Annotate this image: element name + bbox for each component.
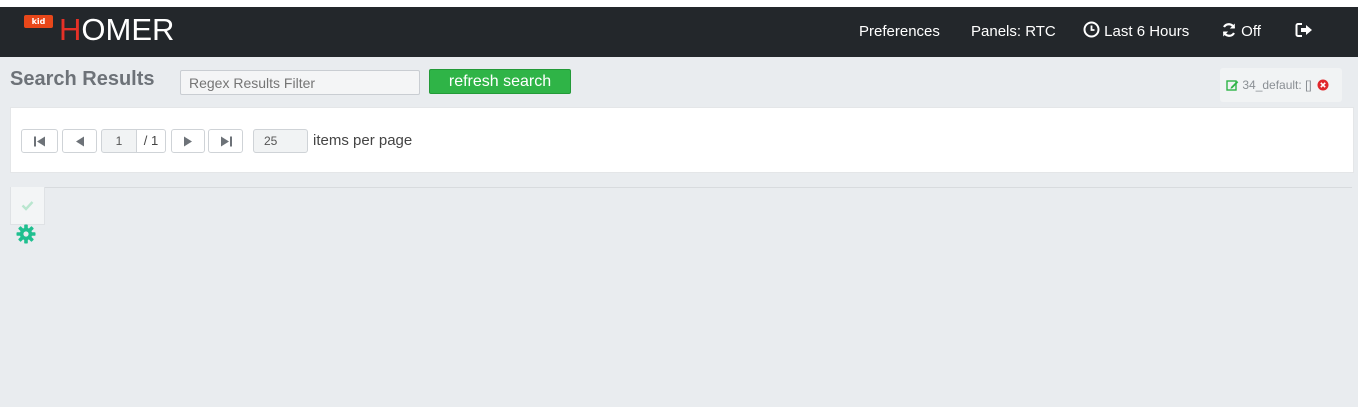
first-page-icon — [33, 136, 45, 146]
nav-time-range[interactable]: Last 6 Hours — [1083, 21, 1189, 43]
logo-badge: kid — [24, 15, 53, 28]
first-page-button[interactable] — [21, 129, 58, 153]
nav-preferences[interactable]: Preferences — [859, 21, 940, 43]
time-range-label: Last 6 Hours — [1104, 23, 1190, 40]
page-title: Search Results — [10, 68, 155, 90]
grid-settings-button[interactable] — [16, 224, 36, 249]
edit-icon[interactable] — [1226, 79, 1239, 91]
last-page-icon — [220, 136, 232, 146]
items-per-page-input[interactable]: 25 — [253, 129, 308, 153]
gear-icon — [16, 224, 36, 244]
navbar: kid HOMER Preferences Panels: RTC Last 6… — [0, 7, 1358, 57]
search-tag-chip: 34_default: [] — [1220, 68, 1342, 102]
results-grid-divider — [10, 187, 1352, 188]
nav-panels[interactable]: Panels: RTC — [971, 21, 1056, 43]
tag-label: 34_default: [] — [1242, 78, 1312, 92]
previous-page-button[interactable] — [62, 129, 97, 153]
nav-auto-refresh[interactable]: Off — [1221, 21, 1261, 43]
top-strip — [0, 0, 1358, 7]
remove-tag-icon[interactable] — [1317, 79, 1329, 91]
brand-first-letter: H — [59, 12, 82, 47]
brand-logo[interactable]: HOMER — [59, 12, 174, 48]
auto-refresh-label: Off — [1241, 23, 1261, 40]
clock-icon — [1083, 21, 1100, 38]
next-page-icon — [184, 136, 192, 146]
refresh-search-button[interactable]: refresh search — [429, 69, 571, 94]
logout-button[interactable] — [1295, 21, 1314, 43]
brand-rest: OMER — [81, 12, 175, 47]
next-page-button[interactable] — [171, 129, 205, 153]
last-page-button[interactable] — [208, 129, 243, 153]
current-page-input[interactable]: 1 — [101, 129, 137, 153]
previous-page-icon — [75, 136, 84, 146]
total-pages: / 1 — [136, 129, 166, 153]
items-per-page-label: items per page — [313, 132, 413, 149]
pagination-panel: 1 / 1 25 items per page — [10, 107, 1354, 173]
check-icon — [21, 201, 34, 211]
sign-out-icon — [1295, 23, 1312, 37]
regex-filter-input[interactable] — [180, 70, 420, 95]
select-all-checkbox[interactable] — [10, 187, 45, 225]
refresh-icon — [1222, 23, 1236, 37]
